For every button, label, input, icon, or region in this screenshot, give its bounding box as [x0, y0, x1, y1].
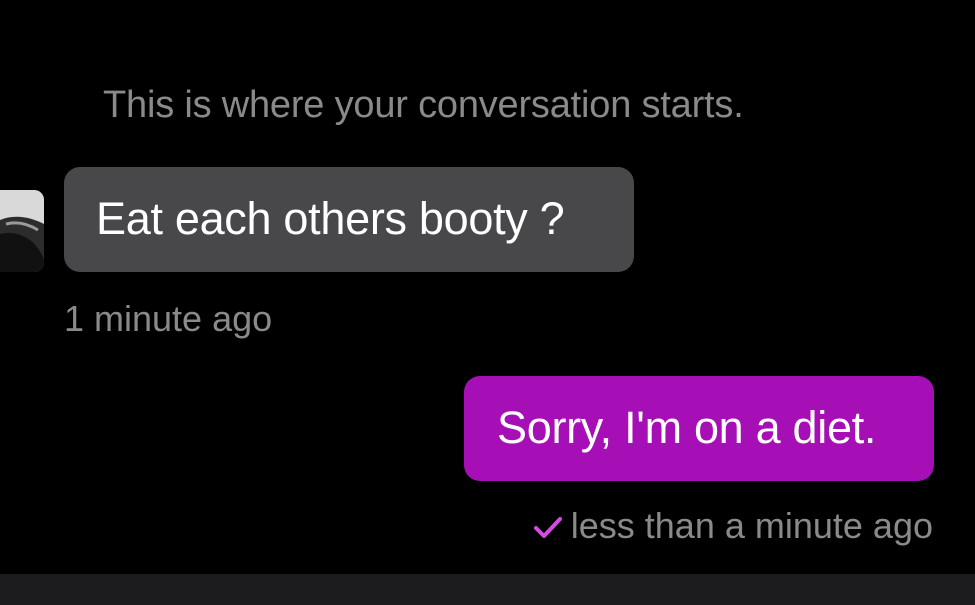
avatar[interactable]	[0, 190, 44, 272]
outgoing-message-text: Sorry, I'm on a diet.	[497, 401, 877, 453]
message-input-bar[interactable]	[0, 574, 975, 605]
checkmark-icon	[533, 517, 562, 538]
outgoing-message-timestamp: less than a minute ago	[570, 505, 933, 546]
outgoing-message-bubble[interactable]: Sorry, I'm on a diet.	[464, 376, 934, 481]
incoming-message-text: Eat each others booty ?	[96, 192, 565, 244]
outgoing-message-status: less than a minute ago	[533, 505, 933, 547]
incoming-message-timestamp: 1 minute ago	[64, 298, 273, 339]
conversation-start-notice: This is where your conversation starts.	[103, 84, 744, 126]
avatar-photo-icon	[0, 190, 44, 272]
incoming-message-bubble[interactable]: Eat each others booty ?	[64, 167, 634, 272]
chat-screen: This is where your conversation starts. …	[0, 0, 975, 605]
